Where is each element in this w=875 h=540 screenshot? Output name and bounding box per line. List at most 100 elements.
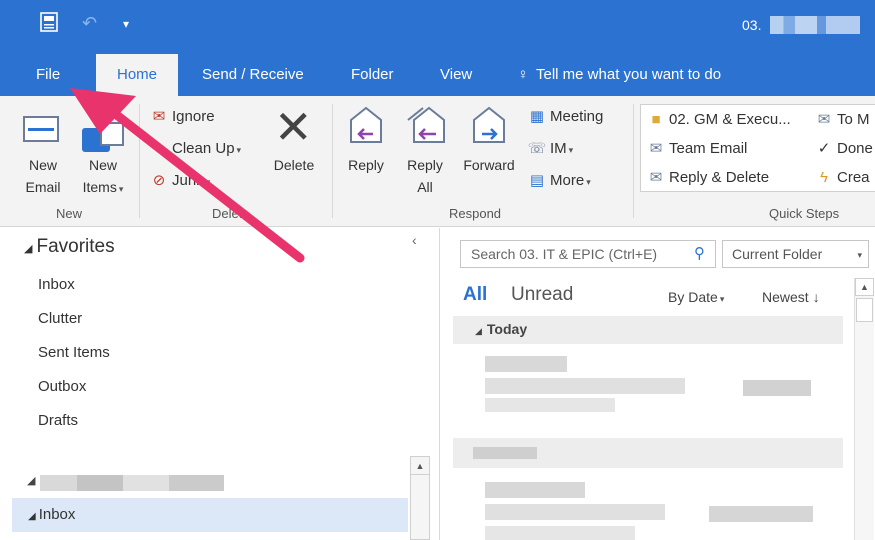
reply-icon [350, 106, 382, 143]
customize-icon[interactable]: ▾ [123, 18, 129, 30]
reply-all-button[interactable]: Reply All [398, 104, 452, 200]
folder-pane-scrollbar[interactable]: ▲ [410, 456, 430, 540]
group-header-today[interactable]: ◢ Today [453, 316, 843, 344]
new-email-icon [23, 116, 59, 142]
meeting-label: Meeting [550, 108, 604, 125]
to-manager-icon: ✉ [817, 111, 831, 128]
expand-triangle-icon[interactable]: ◢ [27, 474, 35, 487]
tell-me-search[interactable]: ♀ Tell me what you want to do [512, 54, 725, 96]
new-items-label-1: New [88, 157, 117, 173]
tab-file[interactable]: File [32, 54, 64, 96]
today-text: Today [486, 321, 528, 337]
group-divider [332, 104, 333, 218]
ignore-label: Ignore [172, 108, 215, 125]
sort-order-toggle[interactable]: Newest ↓ [762, 289, 820, 305]
tab-send-receive[interactable]: Send / Receive [198, 54, 308, 96]
quick-step-to-manager[interactable]: ✉ To M [813, 107, 870, 133]
group-divider [139, 104, 140, 218]
reply-button[interactable]: Reply [340, 104, 392, 200]
folder-inbox[interactable]: Inbox [38, 276, 75, 293]
im-label: IM [550, 140, 567, 157]
folder-drafts[interactable]: Drafts [38, 412, 78, 429]
im-button[interactable]: ☏ IM ▾ [526, 136, 574, 162]
check-icon: ✓ [817, 140, 831, 157]
group-label-new: New [56, 206, 83, 221]
tab-view[interactable]: View [436, 54, 476, 96]
new-items-icon [82, 122, 124, 152]
forward-label: Forward [463, 157, 515, 173]
search-input[interactable]: Search 03. IT & EPIC (Ctrl+E) ⚲ [460, 240, 716, 268]
reply-all-icon [407, 106, 445, 143]
group-label-respond: Respond [449, 206, 502, 221]
delete-button[interactable]: ✕ Delete [266, 104, 322, 200]
scroll-thumb[interactable] [856, 298, 873, 322]
search-scope-label: Current Folder [732, 246, 823, 262]
favorites-header[interactable]: ◢ Favorites [24, 236, 115, 258]
more-button[interactable]: ▤ More ▾ [526, 168, 591, 194]
redacted-text [485, 482, 585, 498]
meeting-button[interactable]: ▦ Meeting [526, 104, 603, 130]
quick-step-create-new[interactable]: ϟ Crea [813, 165, 870, 191]
expand-triangle-icon: ◢ [24, 243, 33, 255]
filter-unread[interactable]: Unread [511, 284, 573, 306]
team-email-icon: ✉ [649, 140, 663, 157]
redacted-text [485, 526, 635, 540]
ignore-icon: ✉ [152, 108, 166, 125]
chevron-down-icon: ▾ [236, 145, 242, 155]
quick-step-4-label: To M [837, 111, 870, 128]
scroll-up-icon[interactable]: ▲ [855, 278, 874, 296]
clean-up-label: Clean Up [172, 140, 235, 157]
message-list: Search 03. IT & EPIC (Ctrl+E) ⚲ Current … [441, 228, 875, 540]
quick-step-6-label: Crea [837, 169, 870, 186]
delete-label: Delete [273, 157, 315, 173]
tab-folder[interactable]: Folder [347, 54, 398, 96]
undo-icon[interactable]: ↶ [82, 14, 97, 32]
junk-button[interactable]: ⊘ Junk ▾ [148, 168, 211, 194]
sort-by-dropdown[interactable]: By Date ▾ [668, 289, 724, 305]
favorites-label: Favorites [36, 236, 115, 257]
new-items-label-2: Items [82, 179, 117, 195]
group-header[interactable] [453, 438, 843, 468]
group-label-quick-steps: Quick Steps [769, 206, 840, 221]
tab-home[interactable]: Home [96, 54, 178, 97]
search-icon[interactable]: ⚲ [694, 244, 705, 262]
quick-step-team-email[interactable]: ✉ Team Email [645, 136, 748, 162]
redacted-text [485, 398, 615, 412]
quick-step-5-label: Done [837, 140, 873, 157]
account-inbox: ◢ Inbox [28, 506, 75, 523]
folder-outbox[interactable]: Outbox [38, 378, 86, 395]
im-icon: ☏ [527, 140, 547, 157]
filter-all[interactable]: All [463, 284, 487, 306]
scroll-up-icon[interactable]: ▲ [411, 457, 429, 475]
new-items-button[interactable]: New Items ▾ [74, 114, 132, 200]
folder-sent-items[interactable]: Sent Items [38, 344, 110, 361]
chevron-down-icon: ▾ [719, 294, 725, 304]
new-email-button[interactable]: New Email [20, 114, 66, 200]
search-scope-dropdown[interactable]: Current Folder ▾ [722, 240, 869, 268]
clean-up-button[interactable]: ✦ Clean Up ▾ [148, 136, 241, 162]
quick-step-done[interactable]: ✓ Done [813, 136, 873, 162]
clean-up-icon: ✦ [152, 140, 166, 157]
quick-step-reply-delete[interactable]: ✉ Reply & Delete [645, 165, 769, 191]
expand-triangle-icon: ◢ [28, 511, 36, 522]
lightbulb-icon: ♀ [517, 66, 529, 83]
arrow-down-icon: ↓ [812, 289, 820, 305]
forward-button[interactable]: Forward [456, 104, 522, 200]
quick-step-gm-execu[interactable]: ■ 02. GM & Execu... [645, 107, 790, 133]
expand-triangle-icon: ◢ [475, 326, 482, 336]
junk-label: Junk [172, 172, 204, 189]
junk-icon: ⊘ [152, 172, 166, 189]
redacted-text [709, 506, 813, 522]
ignore-button[interactable]: ✉ Ignore [148, 104, 215, 130]
save-icon[interactable] [40, 12, 58, 32]
folder-clutter[interactable]: Clutter [38, 310, 82, 327]
collapse-folder-pane-icon[interactable]: ‹ [412, 232, 417, 248]
window-title: 03. [742, 17, 762, 33]
chevron-down-icon: ▾ [205, 177, 211, 187]
account-inbox-row[interactable]: ◢ Inbox [12, 498, 408, 532]
chevron-down-icon: ▾ [568, 145, 574, 155]
new-email-label-2: Email [25, 179, 61, 195]
message-list-scrollbar[interactable]: ▲ [854, 278, 874, 540]
sort-order-label: Newest [762, 289, 809, 305]
account-name-redacted[interactable] [40, 475, 224, 491]
